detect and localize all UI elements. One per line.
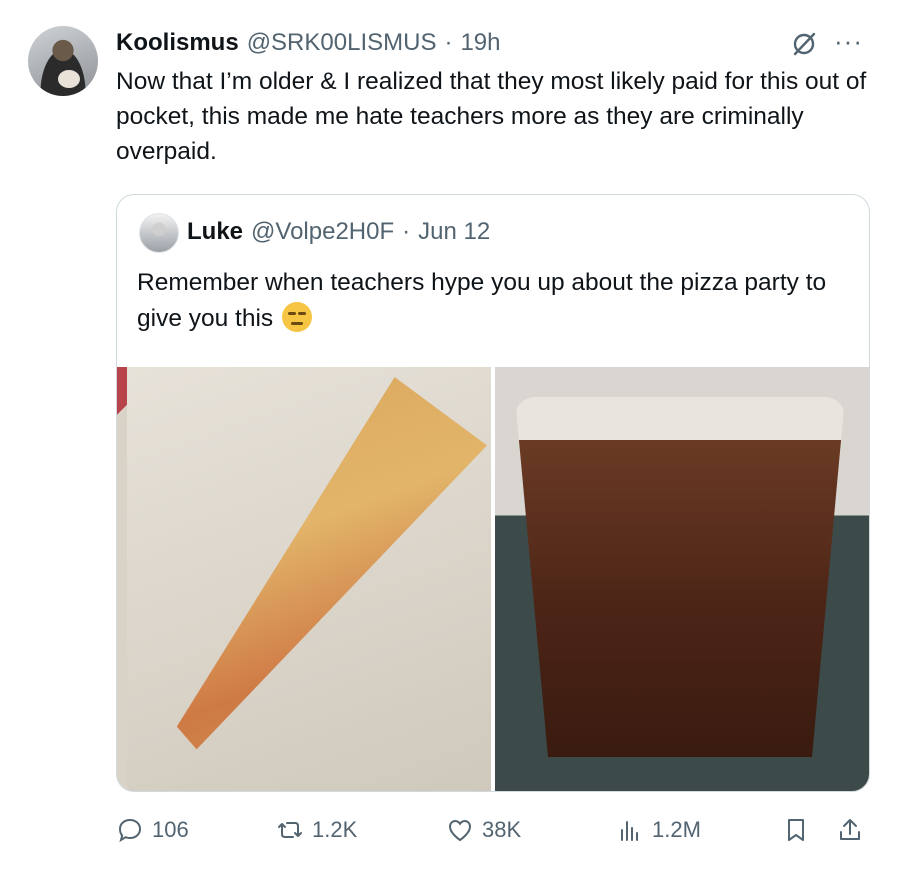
- author-name[interactable]: Koolismus: [116, 29, 239, 57]
- unamused-face-icon: [282, 302, 312, 332]
- quoted-tweet[interactable]: Luke @Volpe2H0F · Jun 12 Remember when t…: [116, 194, 870, 792]
- quote-header: Luke @Volpe2H0F · Jun 12: [187, 215, 490, 249]
- quote-text: Remember when teachers hype you up about…: [137, 269, 827, 332]
- reply-count: 106: [152, 817, 189, 842]
- tweet-header: Koolismus @SRK00LISMUS · 19h: [116, 26, 501, 60]
- share-button[interactable]: [836, 810, 864, 850]
- share-icon: [840, 819, 860, 840]
- like-icon: [448, 819, 472, 842]
- views-button[interactable]: 1.2M: [616, 810, 701, 850]
- repost-count: 1.2K: [312, 817, 358, 842]
- quote-media: [117, 367, 869, 791]
- separator-dot: ·: [444, 29, 453, 56]
- action-bar: 106 1.2K 38K 1.2M: [0, 810, 908, 850]
- author-avatar[interactable]: [28, 26, 98, 96]
- soda-cup-image[interactable]: [495, 367, 869, 791]
- like-button[interactable]: 38K: [446, 810, 521, 850]
- quote-author-handle[interactable]: @Volpe2H0F: [251, 218, 394, 246]
- views-icon: [621, 821, 638, 841]
- author-handle[interactable]: @SRK00LISMUS: [247, 29, 437, 57]
- quote-date[interactable]: Jun 12: [418, 218, 490, 246]
- quote-author-name[interactable]: Luke: [187, 218, 243, 246]
- tweet-time[interactable]: 19h: [460, 29, 500, 57]
- pizza-slice-image[interactable]: [117, 367, 491, 791]
- quote-author-avatar[interactable]: [139, 213, 179, 253]
- tweet-text: Now that I’m older & I realized that the…: [116, 68, 867, 165]
- grok-icon[interactable]: [790, 30, 818, 58]
- reply-button[interactable]: 106: [116, 810, 189, 850]
- bookmark-icon: [788, 819, 804, 841]
- repost-icon: [278, 822, 302, 838]
- more-icon[interactable]: ···: [834, 26, 863, 57]
- reply-icon: [118, 818, 142, 843]
- quote-separator-dot: ·: [402, 218, 411, 245]
- views-count: 1.2M: [652, 817, 701, 842]
- like-count: 38K: [482, 817, 522, 842]
- repost-button[interactable]: 1.2K: [276, 810, 357, 850]
- quote-text-block: Remember when teachers hype you up about…: [137, 265, 837, 337]
- bookmark-button[interactable]: [782, 810, 810, 850]
